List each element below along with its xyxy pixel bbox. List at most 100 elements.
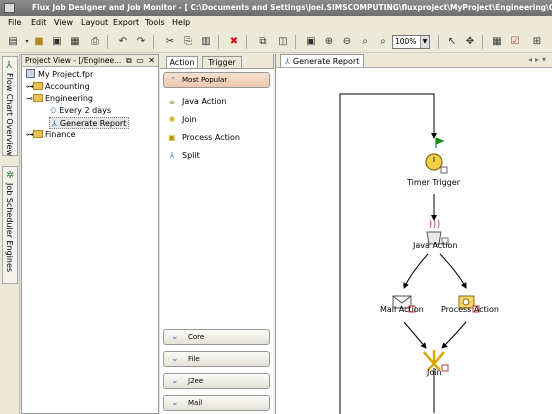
save-icon[interactable]: ▣ — [50, 35, 64, 49]
ungroup-icon[interactable]: ◫ — [276, 35, 290, 49]
canvas-tab-bar: ⅄ Generate Report ◂▸▾ — [276, 54, 552, 68]
chevron-down-icon: ⌄ — [171, 376, 179, 386]
save-all-icon[interactable]: ▦ — [68, 35, 82, 49]
flow-arrow[interactable] — [441, 321, 467, 349]
zoom-value: 100% — [395, 37, 417, 46]
node-label-mail-action: Mail Action — [380, 305, 424, 314]
schedule-icon: ⏲ — [50, 106, 57, 115]
palette-item-join[interactable]: ✺ Join — [166, 114, 197, 126]
menu-view[interactable]: View — [54, 18, 73, 27]
node-timer-trigger[interactable] — [425, 137, 448, 174]
tree-item-label: Every 2 days — [59, 106, 112, 115]
undo-icon[interactable]: ↶ — [116, 35, 130, 49]
zoom-actual-icon[interactable]: ⌕ — [376, 35, 390, 49]
chevron-down-icon: ⌄ — [171, 354, 179, 364]
menu-help[interactable]: Help — [172, 18, 190, 27]
panel-controls[interactable]: ⧉ ▭ ✕ — [126, 55, 156, 66]
drawer-core[interactable]: ⌄ Core — [163, 329, 270, 345]
expand-icon[interactable]: ⊶ — [26, 81, 34, 93]
tree-item-label: Accounting — [45, 82, 90, 91]
fit-icon[interactable]: ▣ — [304, 35, 318, 49]
tree-item-finance[interactable]: ⊶ Finance — [26, 129, 76, 141]
validate-icon[interactable]: ☑ — [508, 35, 522, 49]
flow-connector[interactable] — [339, 93, 435, 414]
palette-item-java-action[interactable]: ☕ Java Action — [166, 96, 226, 108]
tab-flow-chart-overview[interactable]: ⅄ Flow Chart Overview — [2, 56, 18, 156]
most-popular-drawer[interactable]: ⌃ Most Popular — [163, 72, 270, 88]
toolbar-separator — [246, 35, 247, 49]
node-label-timer-trigger: Timer Trigger — [407, 178, 460, 187]
engine-icon: ✲ — [6, 170, 15, 181]
tree-item-label: Finance — [45, 130, 76, 139]
copy-icon[interactable]: ⎘ — [181, 35, 195, 49]
zoom-in-icon[interactable]: ⊕ — [322, 35, 336, 49]
chevron-up-icon: ⌃ — [170, 76, 176, 84]
canvas-tab-label: Generate Report — [292, 57, 360, 66]
pan-icon[interactable]: ✥ — [463, 35, 477, 49]
zoom-select[interactable]: 100% ▼ — [392, 35, 430, 49]
tree-item-accounting[interactable]: ⊶ Accounting — [26, 81, 90, 93]
open-icon[interactable]: ■ — [32, 35, 46, 49]
job-scheduler-engines-label: Job Scheduler Engines — [5, 183, 14, 273]
steam-icon — [429, 219, 440, 229]
menu-bar: File Edit View Layout Export Tools Help — [0, 16, 552, 30]
tree-item-generate-report[interactable]: ⅄ Generate Report — [49, 117, 130, 129]
drawer-j2ee[interactable]: ⌄ J2ee — [163, 373, 270, 389]
tab-navigation-icon[interactable]: ◂▸▾ — [528, 55, 549, 64]
menu-layout[interactable]: Layout — [81, 18, 108, 27]
flow-arrow[interactable] — [403, 253, 429, 289]
flow-chart-canvas-panel: ⅄ Generate Report ◂▸▾ Timer Trigger Java… — [275, 54, 552, 414]
node-badge-icon — [440, 166, 448, 174]
grid-icon[interactable]: ▦ — [490, 35, 504, 49]
node-label-java-action: Java Action — [413, 241, 458, 250]
flow-arrow[interactable] — [403, 321, 427, 349]
tab-job-scheduler-engines[interactable]: ✲ Job Scheduler Engines — [2, 166, 18, 284]
flow-chart-overview-label: Flow Chart Overview — [5, 73, 14, 156]
cut-icon[interactable]: ✂ — [163, 35, 177, 49]
new-icon[interactable]: ▤ — [6, 35, 20, 49]
folder-icon — [33, 130, 43, 138]
collapse-icon[interactable]: ⊸ — [26, 93, 33, 105]
menu-tools[interactable]: Tools — [145, 18, 165, 27]
drawer-mail[interactable]: ⌄ Mail — [163, 395, 270, 411]
tree-item-engineering[interactable]: ⊸ Engineering — [26, 93, 93, 105]
paste-icon[interactable]: ▥ — [199, 35, 213, 49]
chevron-down-icon[interactable]: ▼ — [420, 36, 429, 48]
toolbar-separator — [295, 35, 296, 49]
most-popular-label: Most Popular — [182, 76, 228, 84]
folder-icon — [33, 82, 43, 90]
menu-edit[interactable]: Edit — [31, 18, 47, 27]
toolbar-separator — [482, 35, 483, 49]
project-icon — [26, 69, 35, 78]
side-tab-strip: ⅄ Flow Chart Overview ✲ Job Scheduler En… — [0, 54, 20, 414]
menu-export[interactable]: Export — [113, 18, 139, 27]
drawer-file[interactable]: ⌄ File — [163, 351, 270, 367]
tab-generate-report[interactable]: ⅄ Generate Report — [280, 54, 365, 67]
flow-chart-icon: ⅄ — [52, 119, 57, 128]
expand-icon[interactable]: ⊶ — [26, 129, 34, 141]
toolbar: ▤ ▾ ■ ▣ ▦ ⎙ ↶ ↷ ✂ ⎘ ▥ ✖ ⧉ ◫ ▣ ⊕ ⊖ ⌕ ⌕ 10… — [0, 31, 552, 53]
tree-item-root[interactable]: My Project.fpr — [26, 69, 93, 81]
flow-chart-icon: ⅄ — [6, 60, 13, 71]
palette-item-process-action[interactable]: ▣ Process Action — [166, 132, 240, 144]
zoom-search-icon[interactable]: ⌕ — [358, 35, 372, 49]
delete-icon[interactable]: ✖ — [227, 35, 241, 49]
zoom-out-icon[interactable]: ⊖ — [340, 35, 354, 49]
palette-item-split[interactable]: ⅄ Split — [166, 150, 200, 162]
chevron-down-icon: ⌄ — [171, 398, 179, 408]
flow-arrow[interactable] — [439, 253, 467, 289]
print-icon[interactable]: ⎙ — [88, 35, 102, 49]
group-icon[interactable]: ⧉ — [256, 35, 270, 49]
layout-icon[interactable]: ⊞ — [530, 35, 544, 49]
project-view-title: Project View - [/Enginee... — [25, 56, 122, 65]
palette-item-label: Split — [182, 151, 200, 160]
join-icon — [423, 350, 445, 371]
tree-item-every-2-days[interactable]: ⏲ Every 2 days — [50, 105, 111, 117]
coffee-cup-icon: ☕ — [168, 97, 176, 106]
tree-item-label: My Project.fpr — [38, 70, 94, 79]
menu-file[interactable]: File — [8, 18, 21, 27]
drawer-label: Mail — [188, 399, 203, 407]
redo-icon[interactable]: ↷ — [134, 35, 148, 49]
toolbar-separator — [153, 35, 154, 49]
pointer-icon[interactable]: ↖ — [445, 35, 459, 49]
